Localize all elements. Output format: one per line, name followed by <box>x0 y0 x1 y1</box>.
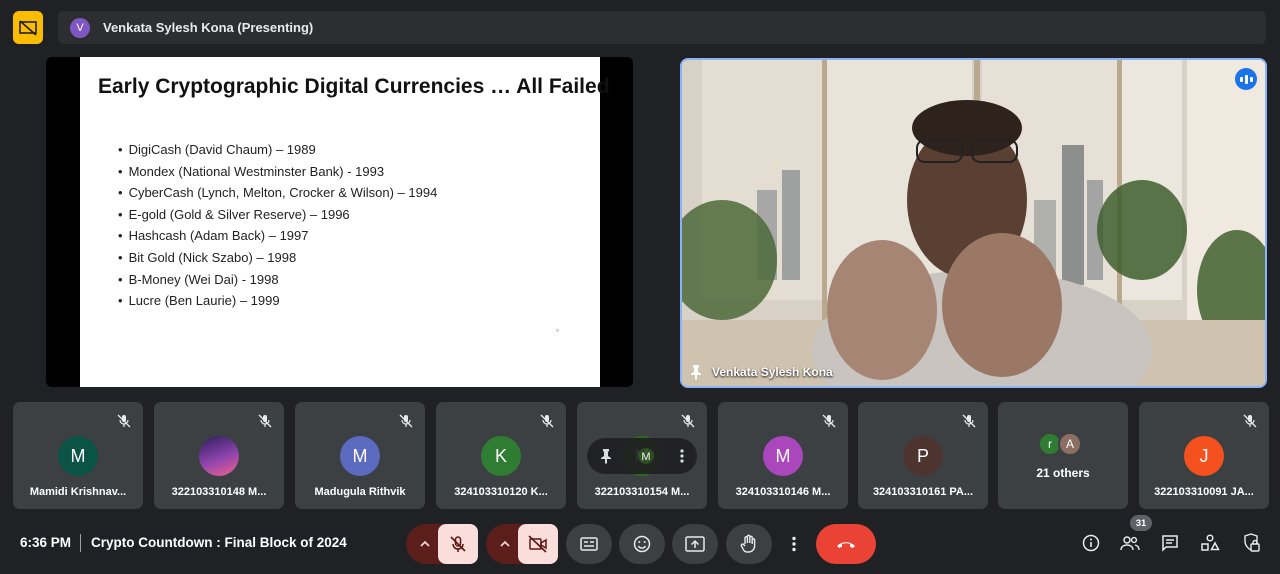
meeting-title: Crypto Countdown : Final Block of 2024 <box>91 535 347 550</box>
slide-bullet: E-gold (Gold & Silver Reserve) – 1996 <box>118 204 437 226</box>
meeting-details-button[interactable] <box>1080 532 1102 554</box>
participant-tile[interactable]: P 324103310161 PA... <box>858 402 988 509</box>
others-count-label: 21 others <box>1036 466 1090 480</box>
participant-tile[interactable]: 322103310148 M... <box>154 402 284 509</box>
slide-bullet: Bit Gold (Nick Szabo) – 1998 <box>118 247 437 269</box>
participant-tile[interactable]: K 324103310120 K... <box>436 402 566 509</box>
chat-icon <box>1162 535 1178 552</box>
mic-off-icon <box>450 536 466 552</box>
pin-icon[interactable] <box>600 448 612 464</box>
others-tile[interactable]: r A 21 others <box>998 402 1128 509</box>
slide-bullet: Hashcash (Adam Back) – 1997 <box>118 225 437 247</box>
end-call-icon <box>837 542 855 548</box>
presentation-stage[interactable]: Early Cryptographic Digital Currencies …… <box>46 57 633 387</box>
participant-name: 324103310161 PA... <box>872 486 974 498</box>
slide-pointer-mark: ▫ <box>556 326 559 335</box>
host-controls-button[interactable] <box>1240 532 1262 554</box>
participant-tiles: M Mamidi Krishnav... 322103310148 M... M… <box>13 402 1269 509</box>
avatar: M <box>763 436 803 476</box>
participant-name: 322103310154 M... <box>594 486 690 498</box>
presenting-banner: V Venkata Sylesh Kona (Presenting) <box>58 11 1266 44</box>
raise-hand-icon <box>740 534 756 553</box>
mic-off-icon <box>962 414 976 428</box>
participant-count-badge: 31 <box>1130 515 1152 531</box>
more-options-button[interactable] <box>780 524 808 564</box>
slide-bullet-list: DigiCash (David Chaum) – 1989 Mondex (Na… <box>118 139 438 312</box>
participant-tile[interactable]: M M 322103310154 M... <box>577 402 707 509</box>
avatar: J <box>1184 436 1224 476</box>
bottom-toolbar: 6:36 PM Crypto Countdown : Final Block o… <box>0 515 1280 568</box>
mic-off-icon <box>399 414 413 428</box>
more-vert-icon <box>792 536 796 552</box>
participant-tile[interactable]: M Mamidi Krishnav... <box>13 402 143 509</box>
participant-name: Madugula Rithvik <box>314 486 406 498</box>
participant-name: 322103310148 M... <box>171 486 267 498</box>
mic-off-icon <box>822 414 836 428</box>
slide-bullet: DigiCash (David Chaum) – 1989 <box>118 139 437 161</box>
participant-name: 324103310146 M... <box>735 486 831 498</box>
mic-off-icon <box>258 414 272 428</box>
slide-title: Early Cryptographic Digital Currencies …… <box>98 75 610 98</box>
audio-level-icon <box>1235 68 1257 90</box>
participant-tile[interactable]: M 324103310146 M... <box>718 402 848 509</box>
presenter-video-tile[interactable]: Venkata Sylesh Kona <box>680 58 1267 388</box>
mic-control <box>406 524 478 564</box>
leave-call-button[interactable] <box>816 524 876 564</box>
chevron-up-icon <box>420 541 430 547</box>
mic-toggle-button[interactable] <box>438 524 478 564</box>
participant-tile[interactable]: M Madugula Rithvik <box>295 402 425 509</box>
info-icon <box>1082 534 1100 552</box>
people-button[interactable] <box>1119 532 1141 554</box>
clock: 6:36 PM <box>20 535 72 550</box>
emoji-icon <box>633 535 651 553</box>
avatar: M <box>340 436 380 476</box>
avatar: A <box>1058 432 1082 456</box>
participant-name: Mamidi Krishnav... <box>29 486 127 498</box>
mute-participant-icon[interactable]: M <box>637 447 655 465</box>
chat-button[interactable] <box>1159 532 1181 554</box>
activities-icon <box>1201 534 1220 551</box>
mic-off-icon <box>681 414 695 428</box>
raise-hand-button[interactable] <box>726 524 772 564</box>
camera-control <box>486 524 558 564</box>
captions-icon <box>580 537 598 551</box>
presenter-name-label: Venkata Sylesh Kona <box>690 364 833 380</box>
participant-name: 324103310120 K... <box>454 486 548 498</box>
participant-name: 322103310091 JA... <box>1154 486 1254 498</box>
reactions-button[interactable] <box>619 524 665 564</box>
presentation-indicator-icon[interactable] <box>13 11 43 44</box>
avatar: K <box>481 436 521 476</box>
mic-off-icon <box>117 414 131 428</box>
svg-text:M: M <box>641 451 650 463</box>
slide-bullet: Lucre (Ben Laurie) – 1999 <box>118 290 437 312</box>
slide: Early Cryptographic Digital Currencies …… <box>80 57 610 387</box>
slide-bullet: B-Money (Wei Dai) - 1998 <box>118 269 437 291</box>
mic-off-icon <box>540 414 554 428</box>
chevron-up-icon <box>500 541 510 547</box>
host-controls-lock-icon <box>1244 533 1260 552</box>
divider <box>80 534 81 552</box>
captions-button[interactable] <box>566 524 612 564</box>
presenter-name: Venkata Sylesh Kona <box>712 365 833 379</box>
mic-off-icon <box>1243 414 1257 428</box>
camera-toggle-button[interactable] <box>518 524 558 564</box>
presenting-label: Venkata Sylesh Kona (Presenting) <box>103 20 314 35</box>
avatar: P <box>903 436 943 476</box>
present-screen-button[interactable] <box>672 524 718 564</box>
tile-hover-controls: M <box>587 438 697 474</box>
avatar-photo <box>199 436 239 476</box>
more-options-icon[interactable] <box>680 448 684 464</box>
slide-bullet: CyberCash (Lynch, Melton, Crocker & Wils… <box>118 182 438 204</box>
presenter-video-image <box>682 60 1265 386</box>
people-icon <box>1120 536 1140 551</box>
present-screen-icon <box>685 536 705 552</box>
others-avatars: r A <box>1038 432 1082 456</box>
camera-off-icon <box>528 535 547 553</box>
activities-button[interactable] <box>1199 532 1221 554</box>
pin-icon[interactable] <box>690 364 702 380</box>
slide-bullet: Mondex (National Westminster Bank) - 199… <box>118 161 437 183</box>
avatar: M <box>58 436 98 476</box>
participant-tile[interactable]: J 322103310091 JA... <box>1139 402 1269 509</box>
presenter-avatar: V <box>70 17 90 38</box>
